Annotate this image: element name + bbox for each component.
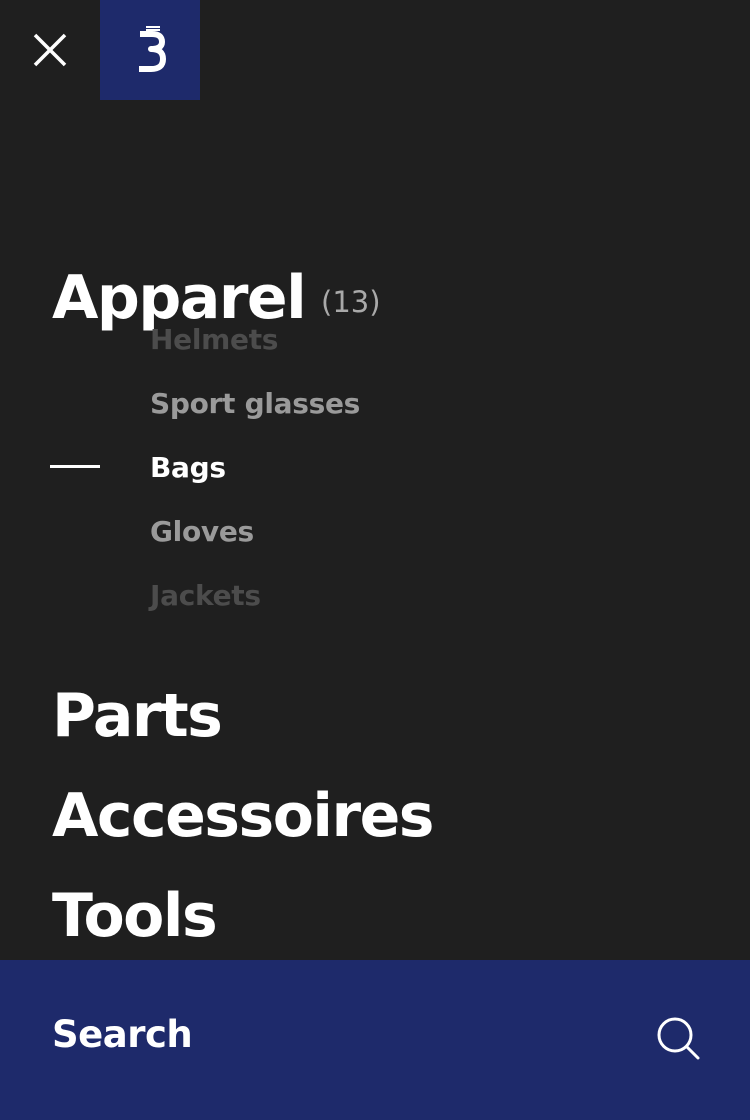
search-icon[interactable] xyxy=(656,1016,700,1060)
category-count: (13) xyxy=(321,285,381,319)
category-tools[interactable]: Tools xyxy=(52,886,218,946)
close-icon xyxy=(33,33,67,67)
subitem-gloves[interactable]: Gloves xyxy=(150,518,254,546)
brand-b-logo-icon xyxy=(139,26,166,72)
brand-logo[interactable] xyxy=(100,0,200,100)
subitem-bags[interactable]: Bags xyxy=(150,454,226,482)
category-apparel[interactable]: Apparel xyxy=(52,268,307,328)
subitem-jackets[interactable]: Jackets xyxy=(150,582,261,610)
active-indicator xyxy=(50,465,100,468)
subitem-sport-glasses[interactable]: Sport glasses xyxy=(150,390,360,418)
search-label[interactable]: Search xyxy=(52,1016,193,1053)
close-button[interactable] xyxy=(0,0,100,100)
category-accessoires[interactable]: Accessoires xyxy=(52,786,434,846)
subitem-helmets[interactable]: Helmets xyxy=(150,326,278,354)
category-parts[interactable]: Parts xyxy=(52,686,223,746)
